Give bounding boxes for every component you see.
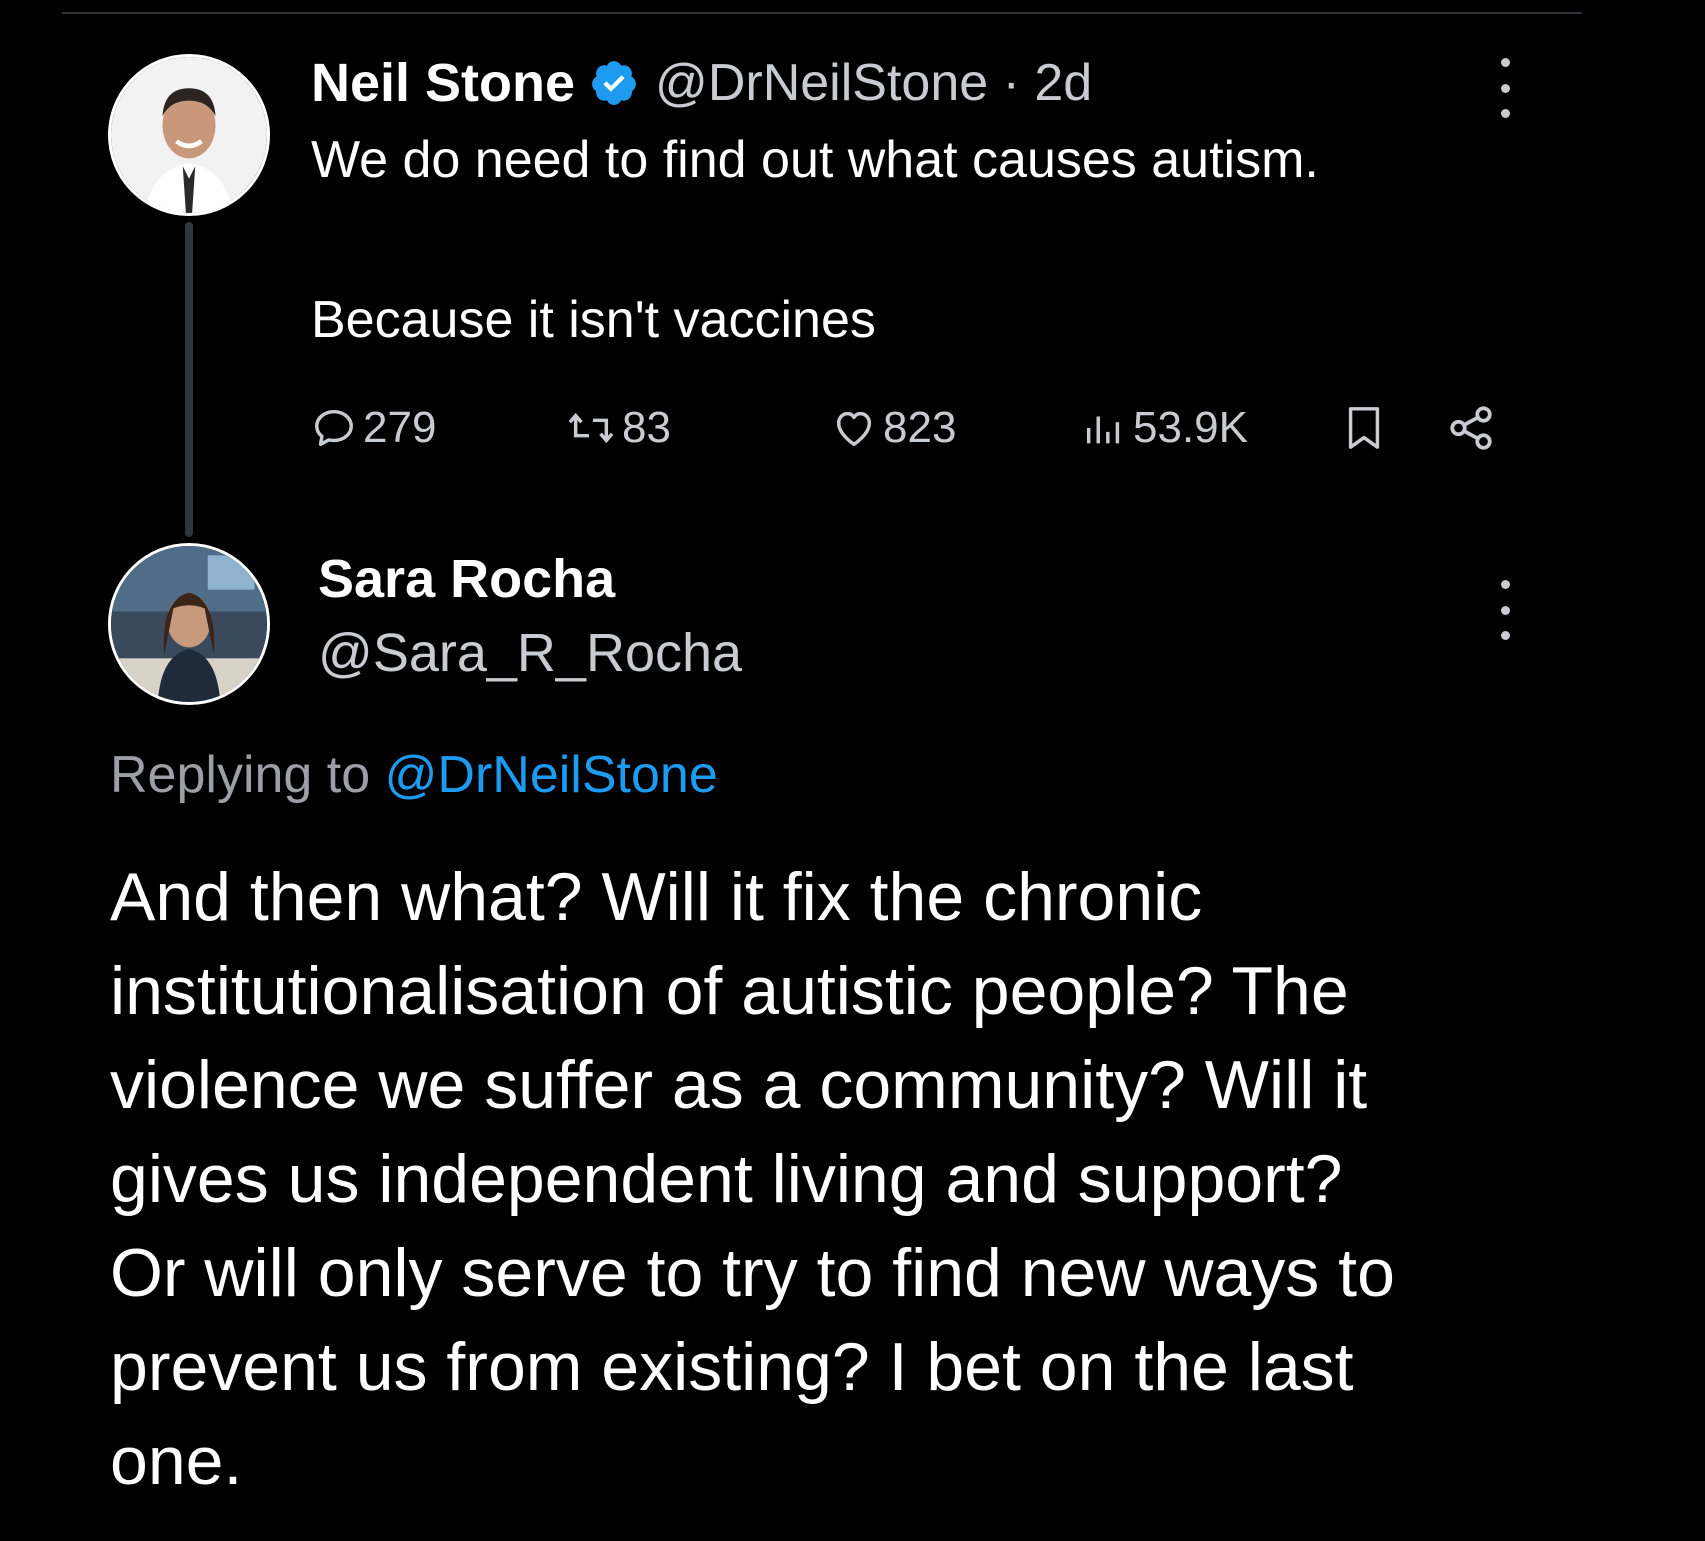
views-button[interactable]: 53.9K [1081,398,1248,458]
handle-and-time[interactable]: @DrNeilStone · 2d [655,53,1092,113]
tweet-text-line: We do need to find out what causes autis… [311,131,1319,189]
replying-prefix: Replying to [110,746,371,804]
verified-icon [589,58,639,108]
more-icon[interactable] [1495,580,1515,640]
retweet-button[interactable]: 83 [566,398,671,458]
reply-author-handle[interactable]: @Sara_R_Rocha [318,622,742,684]
like-count: 823 [883,403,957,452]
thread-connector-line [185,222,193,537]
replying-to: Replying to @DrNeilStone [110,745,718,805]
bookmark-icon [1348,407,1380,449]
views-icon [1086,416,1120,444]
reply-button[interactable]: 279 [311,398,436,458]
more-icon[interactable] [1495,58,1515,118]
reply-body-line: Or will only serve to try to find new wa… [110,1235,1395,1311]
retweet-count: 83 [622,403,671,452]
avatar-sara-image [111,546,267,702]
reply-body-line: one. [110,1423,243,1499]
bookmark-button[interactable] [1341,398,1387,458]
replying-mention-link[interactable]: @DrNeilStone [385,746,718,804]
reply-body-line: gives us independent living and support? [110,1141,1343,1217]
retweet-icon [568,412,614,444]
reply-icon [315,409,353,447]
tweet-text-line: Because it isn't vaccines [311,291,876,349]
reply-author-name[interactable]: Sara Rocha [318,548,615,610]
reply-body: And then what? Will it fix the chronic i… [110,850,1610,1508]
share-button[interactable] [1446,398,1496,458]
reply-body-line: institutionalisation of autistic people?… [110,953,1349,1029]
tweet-header: Neil Stone @DrNeilStone · 2d [311,50,1092,116]
reply-body-line: prevent us from existing? I bet on the l… [110,1329,1354,1405]
avatar[interactable] [108,54,270,216]
reply-body-line: violence we suffer as a community? Will … [110,1047,1368,1123]
reply-body-line: And then what? Will it fix the chronic [110,859,1203,935]
views-count: 53.9K [1133,403,1248,452]
like-button[interactable]: 823 [831,398,956,458]
like-icon [836,411,872,447]
avatar[interactable] [108,543,270,705]
author-name[interactable]: Neil Stone [311,52,575,114]
avatar-neil-image [111,57,267,213]
tweet-actions: 279 83 823 53.9K [311,398,1511,458]
reply-count: 279 [363,403,437,452]
top-divider [62,12,1582,14]
share-icon [1450,406,1492,450]
